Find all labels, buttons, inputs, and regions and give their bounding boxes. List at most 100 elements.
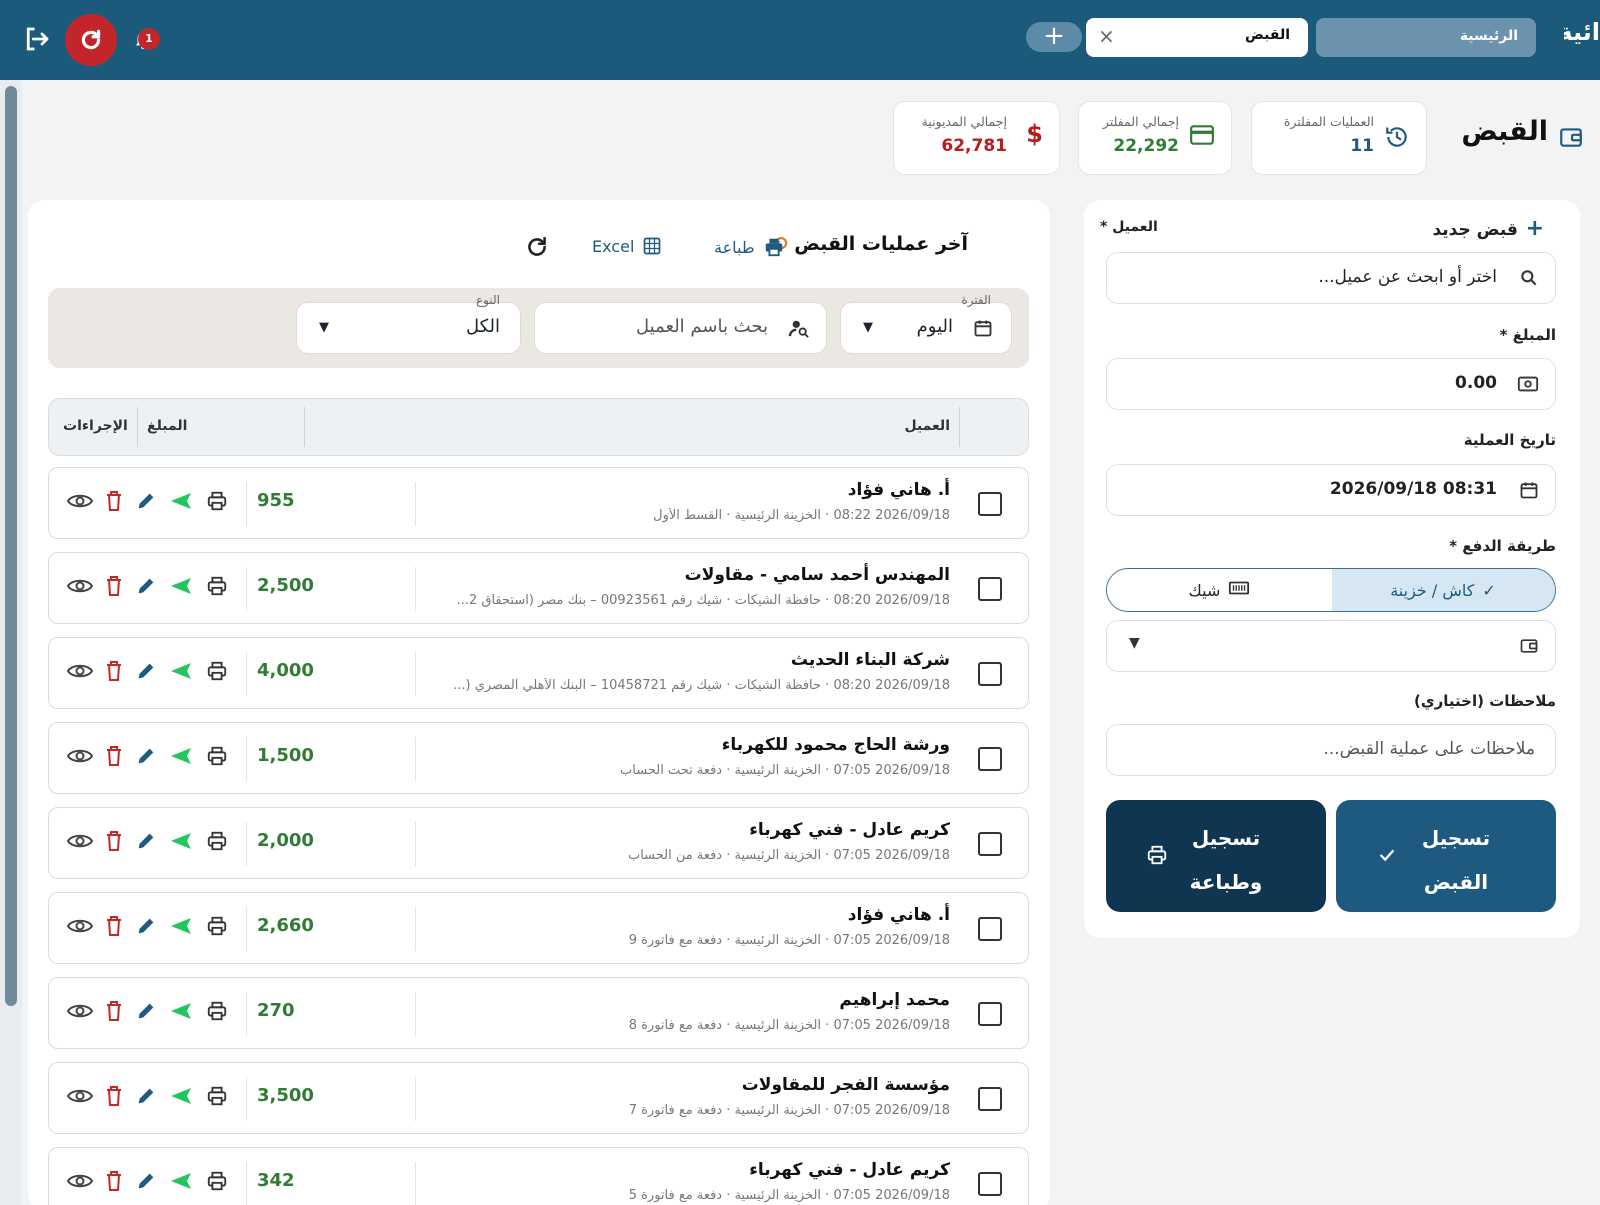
trash-icon[interactable] (105, 1170, 123, 1196)
payment-option-cash[interactable]: ✓ كاش / خزينة (1330, 569, 1555, 611)
pencil-icon[interactable] (135, 575, 157, 601)
printer-icon[interactable] (205, 745, 229, 771)
eye-icon[interactable] (66, 492, 94, 514)
notes-label: ملاحظات (اختياري) (1414, 692, 1556, 710)
stat-filtered-total: إجمالي المفلتر 22,292 (1078, 101, 1232, 175)
pencil-icon[interactable] (135, 745, 157, 771)
row-checkbox[interactable] (978, 1087, 1002, 1111)
table-row[interactable]: أ. هاني فؤاد 2026/09/18 07:05 · الخزينة … (48, 892, 1029, 964)
submit-receipt-button[interactable]: تسجيل القبض (1336, 800, 1556, 912)
send-icon[interactable] (169, 491, 193, 515)
print-list-button[interactable]: طباعة (714, 236, 785, 258)
eye-icon[interactable] (66, 832, 94, 854)
excel-label: Excel (592, 236, 635, 256)
pencil-icon[interactable] (135, 830, 157, 856)
refresh-button[interactable] (65, 14, 117, 66)
row-meta: 2026/09/18 08:20 · حافظة الشيكات · شيك ر… (453, 678, 950, 693)
row-checkbox[interactable] (978, 917, 1002, 941)
table-row[interactable]: أ. هاني فؤاد 2026/09/18 08:22 · الخزينة … (48, 467, 1029, 539)
trash-icon[interactable] (105, 660, 123, 686)
row-actions (66, 830, 229, 856)
type-filter[interactable]: النوع الكل ▼ (296, 293, 521, 354)
scrollbar-thumb[interactable] (5, 86, 17, 1006)
table-row[interactable]: شركة البناء الحديث 2026/09/18 08:20 · حا… (48, 637, 1029, 709)
excel-export-button[interactable]: Excel (592, 236, 662, 256)
chevron-down-icon: ▼ (319, 320, 329, 335)
pencil-icon[interactable] (135, 915, 157, 941)
reload-list-button[interactable] (524, 234, 550, 264)
trash-icon[interactable] (105, 490, 123, 516)
pencil-icon[interactable] (135, 1170, 157, 1196)
printer-icon[interactable] (205, 1170, 229, 1196)
printer-icon[interactable] (205, 660, 229, 686)
tab-receipts[interactable]: القبض × (1086, 18, 1308, 57)
table-row[interactable]: ورشة الحاج محمود للكهرباء 2026/09/18 07:… (48, 722, 1029, 794)
row-checkbox[interactable] (978, 577, 1002, 601)
eye-icon[interactable] (66, 1087, 94, 1109)
pencil-icon[interactable] (135, 1000, 157, 1026)
printer-icon[interactable] (205, 1085, 229, 1111)
date-field[interactable]: 2026/09/18 08:31 (1106, 464, 1556, 516)
trash-icon[interactable] (105, 1085, 123, 1111)
trash-icon[interactable] (105, 830, 123, 856)
submit-print-button[interactable]: تسجيل وطباعة (1106, 800, 1326, 912)
amount-field[interactable]: 0.00 (1106, 358, 1556, 410)
trash-icon[interactable] (105, 1000, 123, 1026)
row-checkbox[interactable] (978, 747, 1002, 771)
printer-icon[interactable] (205, 575, 229, 601)
row-checkbox[interactable] (978, 1002, 1002, 1026)
payment-option-check[interactable]: شيك (1107, 569, 1332, 611)
spreadsheet-icon (644, 237, 661, 255)
pencil-icon[interactable] (135, 1085, 157, 1111)
send-icon[interactable] (169, 661, 193, 685)
client-name: كريم عادل - فني كهرباء (749, 820, 950, 840)
trash-icon[interactable] (105, 745, 123, 771)
row-checkbox[interactable] (978, 662, 1002, 686)
eye-icon[interactable] (66, 577, 94, 599)
eye-icon[interactable] (66, 1002, 94, 1024)
pencil-icon[interactable] (135, 660, 157, 686)
table-row[interactable]: محمد إبراهيم 2026/09/18 07:05 · الخزينة … (48, 977, 1029, 1049)
send-icon[interactable] (169, 1001, 193, 1025)
send-icon[interactable] (169, 1171, 193, 1195)
amount-value: 0.00 (1455, 373, 1497, 393)
row-checkbox[interactable] (978, 1172, 1002, 1196)
add-tab-button[interactable]: + (1026, 22, 1082, 52)
trash-icon[interactable] (105, 575, 123, 601)
eye-icon[interactable] (66, 747, 94, 769)
printer-icon[interactable] (205, 915, 229, 941)
table-row[interactable]: مؤسسة الفجر للمقاولات 2026/09/18 07:05 ·… (48, 1062, 1029, 1134)
eye-icon[interactable] (66, 1172, 94, 1194)
row-checkbox[interactable] (978, 492, 1002, 516)
pencil-icon[interactable] (135, 490, 157, 516)
send-icon[interactable] (169, 576, 193, 600)
notes-placeholder: ملاحظات على عملية القبض... (1323, 739, 1535, 759)
printer-icon[interactable] (205, 490, 229, 516)
client-search-placeholder: بحث باسم العميل (636, 316, 768, 337)
logout-button[interactable] (22, 24, 52, 58)
table-row[interactable]: كريم عادل - فني كهرباء 2026/09/18 07:05 … (48, 807, 1029, 879)
row-amount: 955 (257, 490, 295, 511)
row-checkbox[interactable] (978, 832, 1002, 856)
eye-icon[interactable] (66, 917, 94, 939)
client-search-field[interactable]: اختر أو ابحث عن عميل... (1106, 252, 1556, 304)
trash-icon[interactable] (105, 915, 123, 941)
send-icon[interactable] (169, 831, 193, 855)
amount-label: المبلغ * (1499, 326, 1556, 344)
notes-field[interactable]: ملاحظات على عملية القبض... (1106, 724, 1556, 776)
close-icon[interactable]: × (1098, 24, 1115, 48)
row-actions (66, 575, 229, 601)
wallet-icon (1519, 636, 1539, 660)
eye-icon[interactable] (66, 662, 94, 684)
client-name-search[interactable]: بحث باسم العميل (534, 302, 827, 354)
printer-icon[interactable] (205, 1000, 229, 1026)
table-row[interactable]: المهندس أحمد سامي - مقاولات 2026/09/18 0… (48, 552, 1029, 624)
safe-select[interactable]: ▼ (1106, 620, 1556, 672)
period-filter[interactable]: الفترة اليوم ▼ (840, 293, 1012, 354)
send-icon[interactable] (169, 1086, 193, 1110)
printer-icon[interactable] (205, 830, 229, 856)
send-icon[interactable] (169, 916, 193, 940)
tab-home[interactable]: الرئيسية (1316, 18, 1536, 57)
send-icon[interactable] (169, 746, 193, 770)
table-row[interactable]: كريم عادل - فني كهرباء 2026/09/18 07:05 … (48, 1147, 1029, 1205)
